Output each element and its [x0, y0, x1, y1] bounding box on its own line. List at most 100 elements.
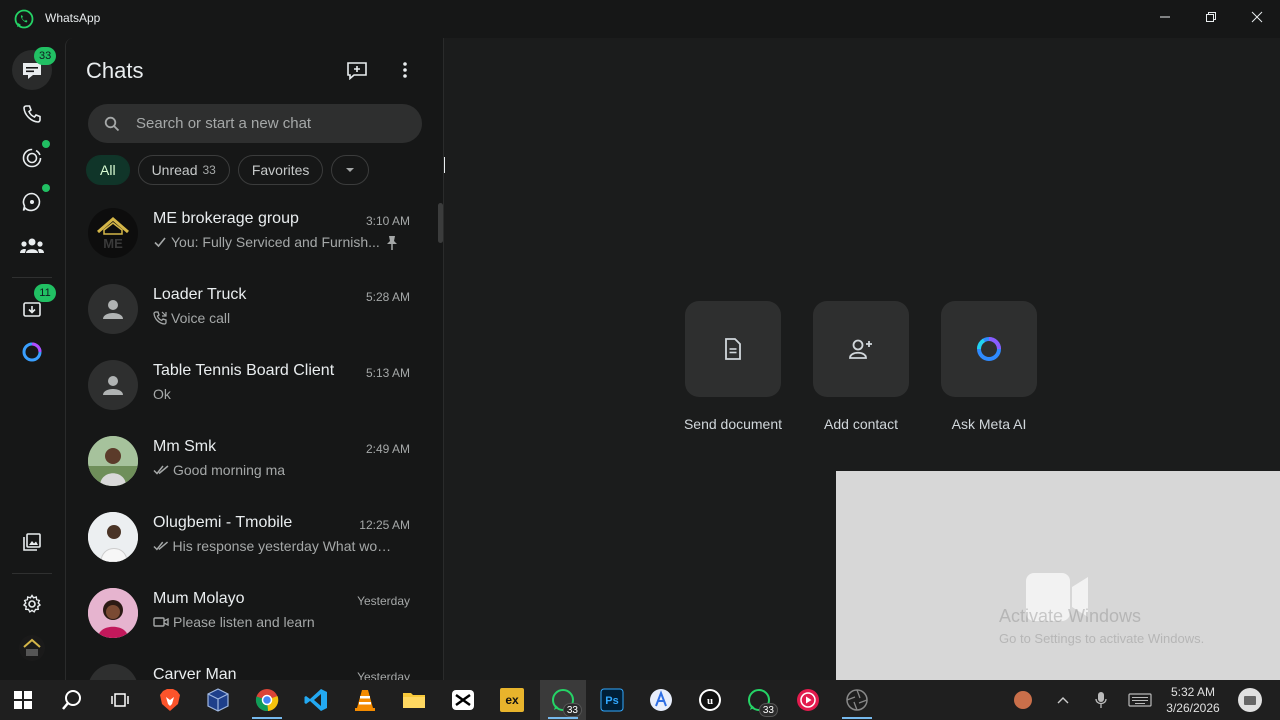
chat-item[interactable]: ME ME brokerage group 3:10 AM You: Fully…: [66, 195, 438, 271]
vscode-button[interactable]: [293, 680, 339, 720]
add-contact-icon: [849, 339, 872, 359]
chats-unread-badge: 33: [34, 47, 57, 65]
chat-item[interactable]: Olugbemi - Tmobile 12:25 AM His response…: [66, 499, 438, 575]
chrome-icon: [255, 689, 279, 712]
svg-text:Ps: Ps: [605, 695, 618, 707]
folder-icon: [403, 693, 425, 708]
chat-item[interactable]: Table Tennis Board Client 5:13 AM Ok: [66, 347, 438, 423]
rail-media-button[interactable]: [12, 522, 52, 562]
new-chat-icon: [347, 62, 367, 80]
chat-time: 2:49 AM: [365, 442, 410, 456]
notification-icon: [1238, 688, 1262, 712]
tray-overflow-button[interactable]: [1048, 680, 1078, 720]
whatsapp-business-badge: 33: [758, 703, 778, 717]
minimize-button[interactable]: [1142, 0, 1188, 34]
chat-time: Yesterday: [357, 594, 410, 608]
chrome-button[interactable]: [244, 680, 290, 720]
microphone-button[interactable]: [1086, 680, 1116, 720]
whatsapp-logo-icon: [14, 9, 34, 29]
activation-watermark-subtitle: Go to Settings to activate Windows.: [999, 631, 1205, 646]
chat-name: Mum Molayo: [153, 590, 245, 607]
whatsapp-business-button[interactable]: 33: [736, 680, 782, 720]
camera-app-button[interactable]: [834, 680, 880, 720]
chat-time: Yesterday: [357, 670, 410, 680]
meta-ai-icon: [976, 337, 1001, 361]
svg-text:ME: ME: [103, 236, 123, 251]
rail-meta-ai-button[interactable]: [12, 332, 52, 372]
avatar: [88, 360, 138, 410]
chat-time: 3:10 AM: [365, 214, 410, 228]
media-gallery-icon: [23, 533, 41, 551]
photoshop-button[interactable]: Ps: [589, 680, 635, 720]
keyboard-icon: [1128, 693, 1152, 707]
chat-preview-text: His response yesterday What woul...: [172, 538, 393, 554]
rail-divider: [12, 277, 52, 278]
chat-item[interactable]: Carver Man Yesterday: [66, 651, 438, 680]
chat-item[interactable]: Mm Smk 2:49 AM Good morning ma: [66, 423, 438, 499]
file-explorer-button[interactable]: [391, 680, 437, 720]
system-clock[interactable]: 5:32 AM 3/26/2026: [1160, 684, 1226, 716]
task-view-button[interactable]: [97, 680, 143, 720]
rail-communities-button[interactable]: [12, 226, 52, 266]
add-contact-button[interactable]: [813, 301, 909, 397]
svg-text:ex: ex: [505, 693, 519, 707]
filter-all[interactable]: All: [86, 155, 130, 185]
video-call-overlay[interactable]: [836, 471, 1280, 680]
capcut-button[interactable]: [440, 680, 486, 720]
default-person-icon: [103, 376, 123, 395]
tray-app-button[interactable]: [1000, 680, 1046, 720]
document-icon: [725, 338, 741, 360]
chat-time: 5:28 AM: [365, 290, 410, 304]
restore-button[interactable]: [1188, 0, 1234, 34]
ask-meta-ai-button[interactable]: [941, 301, 1037, 397]
svg-text:u: u: [707, 695, 713, 707]
contact-photo-icon: [88, 512, 138, 562]
chat-preview-text: Ok: [153, 386, 171, 402]
minimize-icon: [1160, 16, 1170, 18]
window-title: WhatsApp: [45, 11, 101, 25]
music-player-icon: [797, 689, 819, 711]
pin-icon: [387, 236, 397, 250]
rail-profile-button[interactable]: [12, 628, 52, 668]
rail-calls-button[interactable]: [12, 94, 52, 134]
media-player-button[interactable]: [785, 680, 831, 720]
contact-photo-icon: [88, 436, 138, 486]
phone-icon: [23, 105, 41, 123]
communities-icon: [20, 238, 44, 253]
start-button[interactable]: [0, 680, 46, 720]
filter-favorites[interactable]: Favorites: [237, 155, 324, 185]
chat-list-scrollbar[interactable]: [438, 203, 443, 243]
virtualbox-button[interactable]: [195, 680, 241, 720]
filter-more-dropdown[interactable]: [331, 155, 370, 185]
chevron-down-icon: [346, 168, 355, 172]
chat-preview-text: Good morning ma: [173, 462, 286, 478]
send-document-button[interactable]: [685, 301, 781, 397]
rail-settings-button[interactable]: [12, 584, 52, 624]
chat-preview-text: You: Fully Serviced and Furnish...: [171, 234, 380, 250]
chat-name: ME brokerage group: [153, 210, 299, 227]
app-a-icon: [650, 689, 672, 711]
search-input[interactable]: [136, 104, 406, 143]
keyboard-button[interactable]: [1122, 680, 1158, 720]
menu-button[interactable]: [391, 56, 419, 84]
vlc-button[interactable]: [342, 680, 388, 720]
more-vertical-icon: [403, 62, 407, 78]
filter-chips: All Unread 33 Favorites: [86, 155, 370, 185]
notification-center-button[interactable]: [1230, 680, 1270, 720]
app-store-button[interactable]: [638, 680, 684, 720]
chat-item[interactable]: Loader Truck 5:28 AM Voice call: [66, 271, 438, 347]
profile-avatar-icon: [19, 635, 45, 661]
excel-app-button[interactable]: ex: [489, 680, 535, 720]
filter-unread[interactable]: Unread 33: [137, 155, 230, 185]
chat-preview-text: Voice call: [171, 310, 231, 326]
whatsapp-taskbar-button[interactable]: 33: [540, 680, 586, 720]
unreal-engine-button[interactable]: u: [687, 680, 733, 720]
chat-time: 12:25 AM: [359, 518, 410, 532]
brave-browser-button[interactable]: [147, 680, 193, 720]
new-chat-button[interactable]: [343, 56, 371, 84]
chat-item[interactable]: Mum Molayo Yesterday Please listen and l…: [66, 575, 438, 651]
close-button[interactable]: [1234, 0, 1280, 34]
whatsapp-taskbar-badge: 33: [562, 703, 582, 717]
taskbar-search-button[interactable]: [49, 680, 95, 720]
double-check-icon: [153, 541, 169, 551]
